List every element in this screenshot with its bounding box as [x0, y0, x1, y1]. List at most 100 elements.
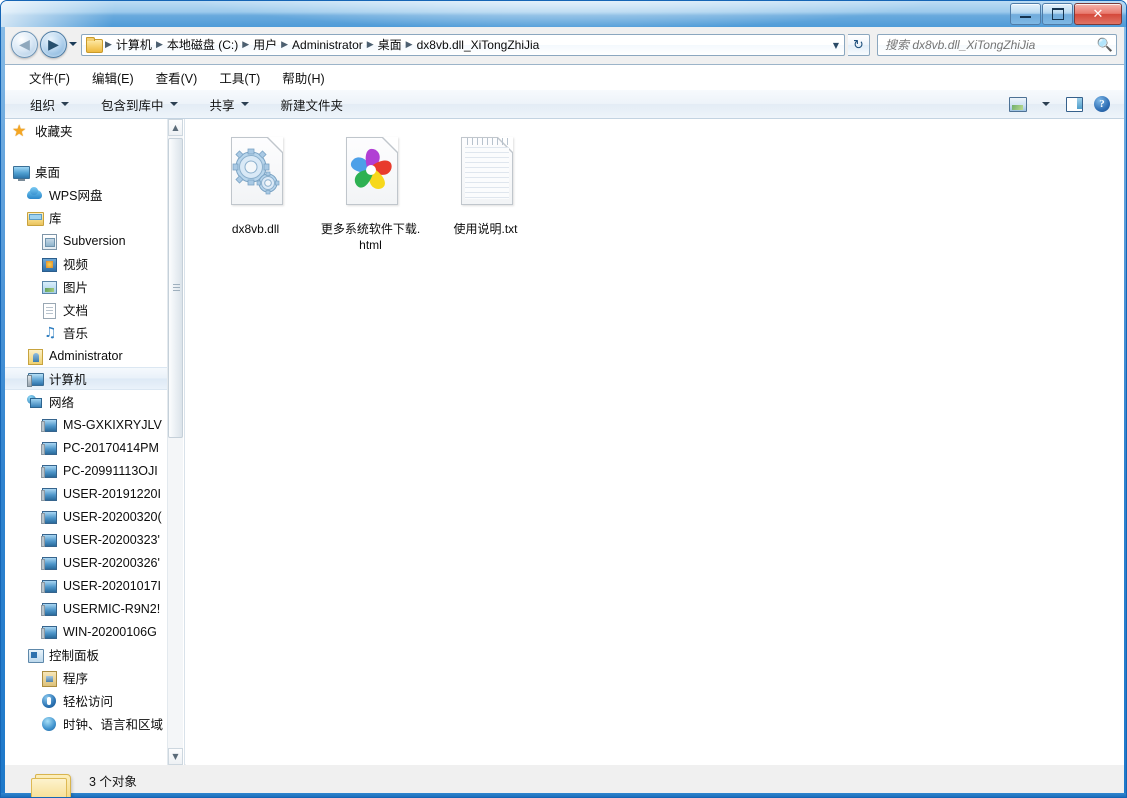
toolbar-share-label: 共享 — [209, 98, 235, 113]
network-computer-icon — [41, 486, 57, 502]
breadcrumb-separator: ▶ — [242, 40, 250, 50]
breadcrumb-item-local-disk[interactable]: 本地磁盘 (C:) — [164, 35, 241, 55]
sidebar-item-label: 收藏夹 — [35, 125, 73, 139]
library-icon — [27, 210, 44, 226]
documents-icon — [41, 302, 57, 319]
sidebar-item-network-computer[interactable]: USER-20191220I — [5, 482, 170, 505]
sidebar-item-videos[interactable]: 视频 — [5, 252, 170, 275]
client-area: ◀ ▶ ▶ 计算机 ▶ 本地磁盘 (C:) ▶ 用户 ▶ Administrat… — [5, 27, 1124, 797]
file-name: dx8vb.dll — [231, 222, 280, 236]
sidebar-item-network-computer[interactable]: USER-20200320( — [5, 505, 170, 528]
search-input[interactable] — [878, 37, 1094, 53]
toolbar-new-folder[interactable]: 新建文件夹 — [274, 92, 351, 117]
menu-file[interactable]: 文件(F) — [19, 65, 80, 90]
address-bar[interactable]: ▶ 计算机 ▶ 本地磁盘 (C:) ▶ 用户 ▶ Administrator ▶… — [81, 34, 845, 56]
control-panel-icon — [27, 647, 44, 663]
sidebar-item-computer[interactable]: 计算机 — [5, 367, 170, 390]
sidebar-item-wps-cloud[interactable]: WPS网盘 — [5, 183, 170, 206]
title-bar — [1, 1, 1126, 27]
breadcrumb-item-users[interactable]: 用户 — [250, 35, 280, 55]
sidebar-item-subversion[interactable]: Subversion — [5, 229, 170, 252]
window-bottom-frame — [1, 793, 1126, 797]
sidebar-item-network-computer[interactable]: USERMIC-R9N2! — [5, 597, 170, 620]
toolbar-share[interactable]: 共享 — [203, 92, 256, 117]
network-computer-icon — [41, 601, 57, 617]
file-item-html[interactable]: 更多系统软件下载.html — [313, 131, 428, 253]
search-box[interactable]: 🔍 — [877, 34, 1117, 56]
menu-edit[interactable]: 编辑(E) — [82, 65, 144, 90]
change-view-button[interactable] — [1006, 93, 1030, 115]
chevron-down-icon — [169, 102, 178, 106]
sidebar-item-programs[interactable]: 程序 — [5, 666, 170, 689]
sidebar-item-network-computer[interactable]: PC-20170414PM — [5, 436, 170, 459]
file-name: 更多系统软件下载.html — [320, 222, 421, 252]
sidebar-item-label: 文档 — [63, 304, 89, 318]
toolbar-include-label: 包含到库中 — [101, 98, 164, 113]
sidebar-item-network-computer[interactable]: MS-GXKIXRYJLV — [5, 413, 170, 436]
address-dropdown-icon[interactable]: ▼ — [828, 41, 844, 50]
sidebar-item-network-computer[interactable]: USER-20200326' — [5, 551, 170, 574]
menu-view[interactable]: 查看(V) — [146, 65, 208, 90]
sidebar-item-ease-of-access[interactable]: 轻松访问 — [5, 689, 170, 712]
sidebar-item-music[interactable]: ♫ 音乐 — [5, 321, 170, 344]
scrollbar-thumb[interactable] — [168, 138, 183, 438]
sidebar-item-favorites[interactable]: ★ 收藏夹 — [5, 119, 170, 142]
forward-button[interactable]: ▶ — [40, 31, 67, 58]
navigation-pane: ★ 收藏夹 桌面 WPS网盘 库 Subversion 视频 图片 文档 ♫ 音… — [5, 119, 185, 765]
main-panel: 文件(F) 编辑(E) 查看(V) 工具(T) 帮助(H) 组织 包含到库中 共… — [5, 64, 1124, 765]
title-bar-gloss — [1, 1, 161, 27]
explorer-window: ✕ ◀ ▶ ▶ 计算机 ▶ 本地磁盘 (C:) ▶ 用户 ▶ Administr… — [0, 0, 1127, 798]
file-list-pane[interactable]: dx8vb.dll 更多系统软件下载.html 使用说明.txt — [186, 119, 1124, 765]
scrollbar-grip — [173, 284, 180, 291]
preview-pane-button[interactable] — [1062, 93, 1086, 115]
breadcrumb-folder-icon — [86, 37, 103, 53]
sidebar-item-network-computer[interactable]: USER-20201017I — [5, 574, 170, 597]
menu-tools[interactable]: 工具(T) — [209, 65, 270, 90]
menu-help[interactable]: 帮助(H) — [272, 65, 334, 90]
toolbar-right-group: ? — [1006, 93, 1124, 115]
user-icon — [27, 348, 43, 365]
file-item-dll[interactable]: dx8vb.dll — [198, 131, 313, 253]
help-button[interactable]: ? — [1090, 93, 1114, 115]
sidebar-item-administrator[interactable]: Administrator — [5, 344, 170, 367]
network-computer-icon — [41, 532, 57, 548]
history-dropdown-icon[interactable] — [69, 42, 77, 46]
close-button[interactable]: ✕ — [1074, 3, 1122, 25]
toolbar-include-in-library[interactable]: 包含到库中 — [94, 92, 185, 117]
sidebar-item-network-computer[interactable]: USER-20200323' — [5, 528, 170, 551]
music-icon: ♫ — [44, 324, 57, 341]
change-view-dropdown[interactable] — [1034, 93, 1058, 115]
refresh-button[interactable]: ↻ — [848, 34, 870, 56]
toolbar-organize-label: 组织 — [30, 98, 56, 113]
breadcrumb-item-desktop[interactable]: 桌面 — [375, 35, 405, 55]
breadcrumb-item-computer[interactable]: 计算机 — [113, 35, 155, 55]
sidebar-item-network-computer[interactable]: PC-20991113OJI — [5, 459, 170, 482]
sidebar-item-desktop[interactable]: 桌面 — [5, 160, 170, 183]
back-button[interactable]: ◀ — [11, 31, 38, 58]
sidebar-item-network[interactable]: 网络 — [5, 390, 170, 413]
breadcrumb-item-current-folder[interactable]: dx8vb.dll_XiTongZhiJia — [414, 35, 543, 55]
scroll-down-button[interactable]: ▼ — [168, 748, 183, 765]
network-computer-icon — [41, 624, 57, 640]
cloud-icon — [27, 186, 43, 203]
file-item-txt[interactable]: 使用说明.txt — [428, 131, 543, 253]
sidebar-item-network-computer[interactable]: WIN-20200106G — [5, 620, 170, 643]
sidebar-item-clock-language-region[interactable]: 时钟、语言和区域 — [5, 712, 170, 735]
sidebar-item-documents[interactable]: 文档 — [5, 298, 170, 321]
toolbar-organize[interactable]: 组织 — [23, 92, 76, 117]
window-controls: ✕ — [1009, 3, 1122, 25]
navigation-pane-scrollbar[interactable]: ▲ ▼ — [167, 119, 183, 765]
breadcrumb-separator: ▶ — [155, 40, 163, 50]
sidebar-item-label: WIN-20200106G — [63, 624, 157, 639]
breadcrumb-item-administrator[interactable]: Administrator — [289, 35, 366, 55]
file-grid: dx8vb.dll 更多系统软件下载.html 使用说明.txt — [198, 131, 543, 253]
sidebar-item-pictures[interactable]: 图片 — [5, 275, 170, 298]
sidebar-item-label: 网络 — [49, 396, 75, 410]
scroll-up-button[interactable]: ▲ — [168, 119, 183, 136]
sidebar-item-control-panel[interactable]: 控制面板 — [5, 643, 170, 666]
maximize-button[interactable] — [1042, 3, 1073, 25]
sidebar-item-label: USER-20201017I — [63, 578, 161, 593]
toolbar-new-folder-label: 新建文件夹 — [280, 98, 344, 113]
minimize-button[interactable] — [1010, 3, 1041, 25]
sidebar-item-libraries[interactable]: 库 — [5, 206, 170, 229]
